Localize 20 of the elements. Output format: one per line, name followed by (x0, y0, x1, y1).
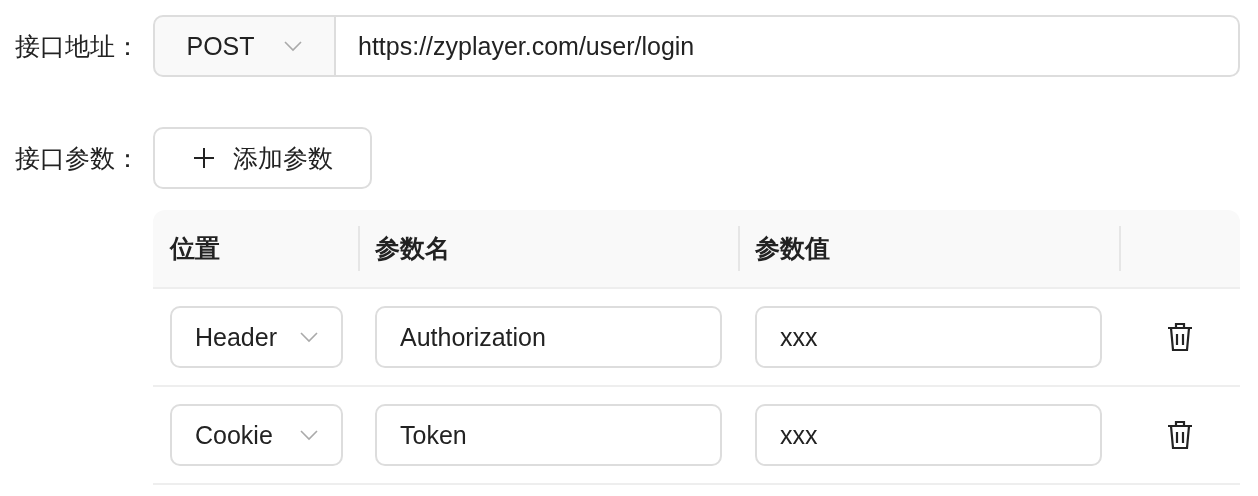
position-select[interactable]: Header (170, 306, 343, 368)
method-select[interactable]: POST (153, 15, 336, 77)
chevron-icon (299, 429, 319, 441)
chevron-icon (282, 40, 303, 52)
column-header: 位置 (170, 233, 220, 264)
url-field[interactable]: https://zyplayer.com/user/login (336, 15, 1240, 77)
param-name-field[interactable]: Token (375, 404, 722, 466)
position-select[interactable]: Cookie (170, 404, 343, 466)
trash-icon[interactable] (1166, 420, 1193, 450)
param-name-field[interactable]: Authorization (375, 306, 722, 368)
plus-icon (192, 147, 215, 169)
trash-icon[interactable] (1166, 322, 1193, 352)
column-header: 参数名 (375, 233, 450, 264)
param-value-field[interactable]: xxx (755, 404, 1102, 466)
column-header: 参数值 (755, 233, 830, 264)
param-value-field[interactable]: xxx (755, 306, 1102, 368)
field-label: 接口参数： (15, 142, 141, 174)
add-param-button[interactable]: 添加参数 (153, 127, 372, 189)
field-label: 接口地址： (15, 30, 141, 62)
chevron-icon (299, 331, 319, 343)
